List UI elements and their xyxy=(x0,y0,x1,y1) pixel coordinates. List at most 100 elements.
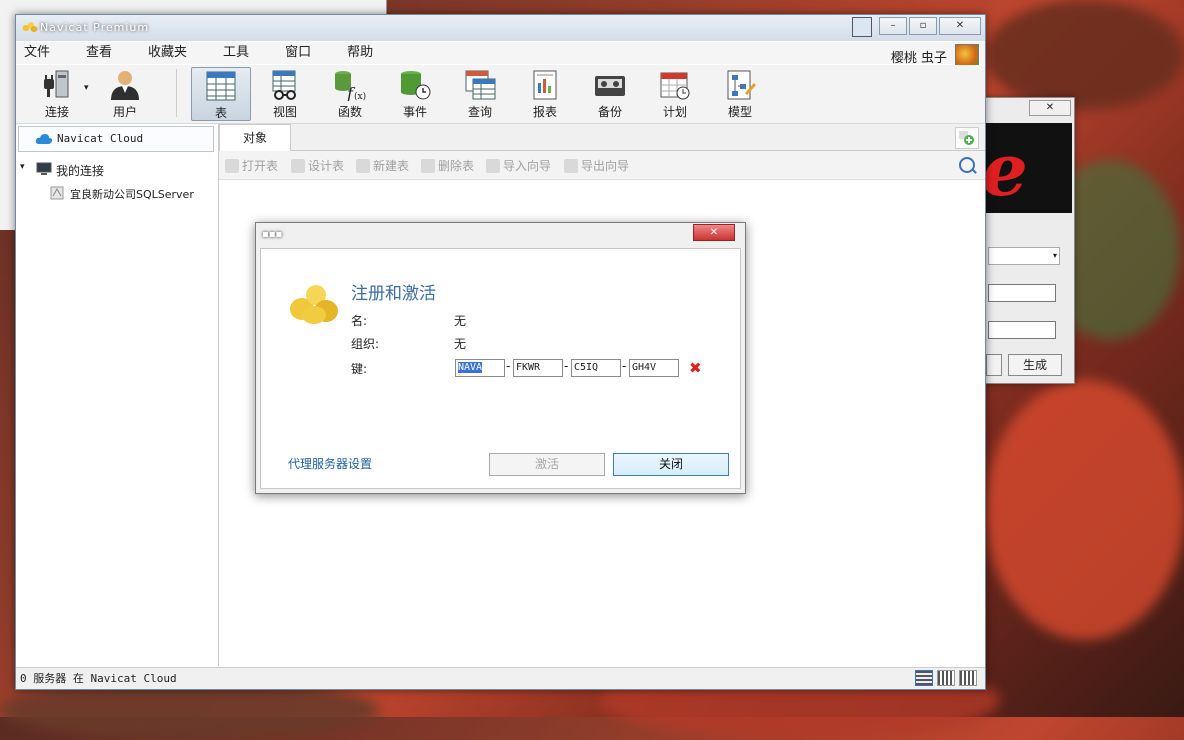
view-button[interactable]: 视图 xyxy=(256,67,314,119)
new-table-icon xyxy=(356,158,370,173)
keygen-select[interactable]: ▾ xyxy=(988,247,1060,265)
import-icon xyxy=(486,158,500,173)
design-table-button[interactable]: 设计表 xyxy=(291,157,344,174)
key-field-2[interactable]: FKWR xyxy=(513,359,563,377)
table-button[interactable]: 表 xyxy=(191,67,251,121)
connection-sidebar: Navicat Cloud ▾ 我的连接 宜良新动公司SQLServer xyxy=(16,124,219,666)
table-label: 表 xyxy=(214,106,227,120)
keygen-input[interactable] xyxy=(988,284,1056,302)
cloud-label: Navicat Cloud xyxy=(57,132,144,145)
minimize-button[interactable]: – xyxy=(879,17,907,35)
view-icon xyxy=(272,70,296,100)
sqlserver-icon xyxy=(50,186,64,200)
backup-button[interactable]: 备份 xyxy=(581,67,639,119)
proxy-settings-link[interactable]: 代理服务器设置 xyxy=(288,455,372,472)
detail-view-icon[interactable] xyxy=(937,670,955,686)
menu-favorites[interactable]: 收藏夹 xyxy=(142,42,203,64)
registration-dialog: ▪▪▪ ✕ 注册和激活 名: 无 组织: 无 键: NAVA - FKWR - … xyxy=(255,222,746,494)
dialog-title: ▪▪▪ xyxy=(262,229,283,240)
user-label: 用户 xyxy=(112,105,137,119)
maximize-button[interactable]: ▫ xyxy=(909,17,937,35)
export-wizard-button[interactable]: 导出向导 xyxy=(564,157,629,174)
list-view-icon[interactable] xyxy=(915,670,933,686)
dialog-close-button[interactable]: ✕ xyxy=(693,224,735,241)
event-icon xyxy=(401,71,431,100)
query-label: 查询 xyxy=(467,105,492,119)
event-button[interactable]: 事件 xyxy=(386,67,444,119)
cloud-icon xyxy=(35,134,53,144)
menu-tools[interactable]: 工具 xyxy=(217,42,265,64)
org-label: 组织: xyxy=(351,337,380,351)
search-icon[interactable] xyxy=(959,157,975,173)
desktop-bg xyxy=(985,380,1184,640)
menu-bar: 文件 查看 收藏夹 工具 窗口 帮助 xyxy=(16,42,985,64)
keygen-button[interactable] xyxy=(986,354,1002,376)
dialog-body: 注册和激活 名: 无 组织: 无 键: NAVA - FKWR - C5IQ -… xyxy=(260,248,741,489)
design-table-icon xyxy=(291,158,305,173)
dropdown-arrow-icon[interactable]: ▾ xyxy=(84,83,89,93)
backup-icon xyxy=(595,76,625,96)
keygen-input[interactable] xyxy=(988,321,1056,339)
close-button[interactable]: ✕ xyxy=(939,17,981,35)
toolbar-divider xyxy=(176,69,177,117)
user-icon xyxy=(111,71,139,100)
svg-text:(x): (x) xyxy=(354,91,366,101)
key-separator: - xyxy=(506,359,511,373)
menu-view[interactable]: 查看 xyxy=(80,42,128,64)
function-icon: f (x) xyxy=(335,71,366,101)
key-separator: - xyxy=(622,359,627,373)
import-wizard-button[interactable]: 导入向导 xyxy=(486,157,551,174)
key-field-1[interactable]: NAVA xyxy=(455,359,505,377)
user-button[interactable]: 用户 xyxy=(96,67,154,119)
new-tab-icon[interactable] xyxy=(955,127,979,149)
org-value: 无 xyxy=(454,337,467,351)
query-icon xyxy=(465,70,496,100)
collapse-arrow-icon[interactable]: ▾ xyxy=(20,162,25,172)
grid-view-icon[interactable] xyxy=(959,670,977,686)
open-table-button[interactable]: 打开表 xyxy=(225,157,278,174)
menu-window[interactable]: 窗口 xyxy=(279,42,327,64)
window-title: Navicat Premium xyxy=(40,21,150,34)
key-field-4[interactable]: GH4V xyxy=(629,359,679,377)
schedule-button[interactable]: 计划 xyxy=(646,67,704,119)
close-dialog-button[interactable]: 关闭 xyxy=(613,453,729,476)
keygen-banner: e xyxy=(986,123,1072,213)
connect-label: 连接 xyxy=(44,105,69,119)
delete-table-icon xyxy=(421,158,435,173)
tab-bar: 对象 xyxy=(219,124,985,151)
tile-windows-icon[interactable] xyxy=(852,17,872,37)
export-icon xyxy=(564,158,578,173)
dialog-heading: 注册和激活 xyxy=(351,284,436,304)
delete-table-button[interactable]: 删除表 xyxy=(421,157,474,174)
activate-button[interactable]: 激活 xyxy=(489,453,605,476)
query-button[interactable]: 查询 xyxy=(451,67,509,119)
report-label: 报表 xyxy=(532,105,557,119)
keygen-close-button[interactable]: ✕ xyxy=(1029,100,1071,116)
table-icon xyxy=(206,71,236,101)
navicat-logo-icon xyxy=(290,285,338,324)
new-table-button[interactable]: 新建表 xyxy=(356,157,409,174)
connect-button[interactable]: 连接 xyxy=(28,67,86,119)
navicat-cloud-item[interactable]: Navicat Cloud xyxy=(18,126,214,152)
sqlserver-connection-item[interactable]: 宜良新动公司SQLServer xyxy=(70,186,194,202)
model-button[interactable]: 模型 xyxy=(711,67,769,119)
main-toolbar: 连接 ▾ 用户 表 视图 f (x) 函数 事件 查询 报表 备份 计划 模型 xyxy=(16,65,985,124)
status-bar: 0 服务器 在 Navicat Cloud xyxy=(16,667,985,689)
function-label: 函数 xyxy=(337,105,362,119)
model-icon xyxy=(727,70,756,100)
my-connections-item[interactable]: 我的连接 xyxy=(56,162,104,179)
function-button[interactable]: f (x) 函数 xyxy=(321,67,379,119)
keygen-generate-button[interactable]: 生成 xyxy=(1008,354,1062,376)
menu-file[interactable]: 文件 xyxy=(18,42,66,64)
tab-objects[interactable]: 对象 xyxy=(219,124,291,151)
report-icon xyxy=(533,70,557,100)
report-button[interactable]: 报表 xyxy=(516,67,574,119)
open-table-icon xyxy=(225,158,239,173)
calendar-icon xyxy=(660,72,690,100)
key-separator: - xyxy=(564,359,569,373)
key-field-3[interactable]: C5IQ xyxy=(571,359,621,377)
event-label: 事件 xyxy=(402,105,427,119)
key-label: 键: xyxy=(351,362,368,376)
user-name: 樱桃 虫子 xyxy=(890,50,947,66)
menu-help[interactable]: 帮助 xyxy=(341,42,389,64)
